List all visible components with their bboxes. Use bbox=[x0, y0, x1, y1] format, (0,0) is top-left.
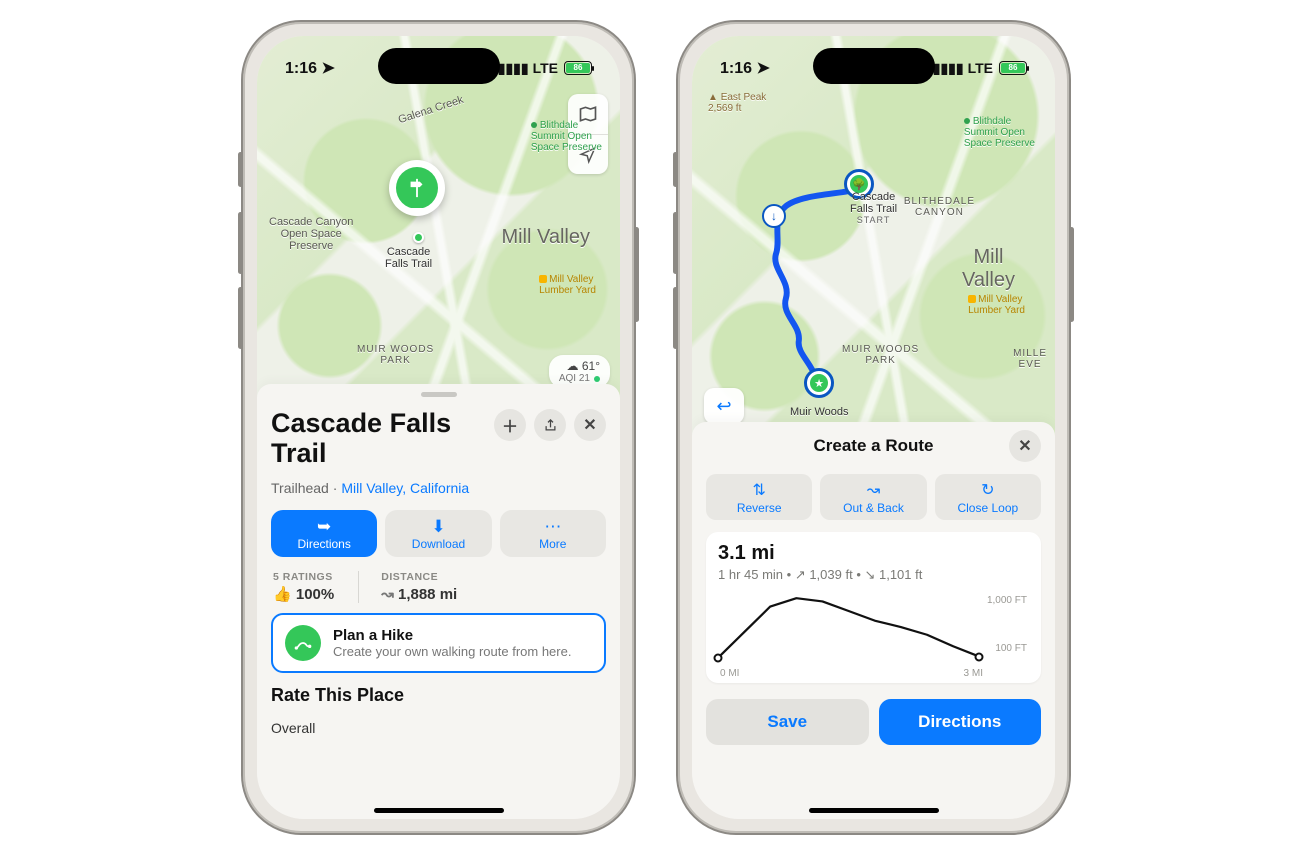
map-poi-lumber: Mill Valley Lumber Yard bbox=[539, 274, 596, 296]
directions-icon: ➥ bbox=[317, 518, 331, 535]
sheet-title: Create a Route bbox=[744, 436, 1003, 456]
undo-button[interactable]: ↩ bbox=[704, 388, 744, 424]
close-loop-button[interactable]: ↻Close Loop bbox=[935, 474, 1041, 520]
more-button[interactable]: ⋯ More bbox=[500, 510, 606, 557]
plus-icon: ＋ bbox=[502, 413, 518, 437]
map-preserve-label: Cascade Canyon Open Space Preserve bbox=[269, 216, 353, 252]
place-sheet: Cascade Falls Trail ＋ ✕ Trailhead · Mill… bbox=[257, 384, 620, 819]
download-icon: ⬇︎ bbox=[431, 518, 445, 535]
map-view[interactable]: 🌳 ↓ ★ ▲ East Peak 2,569 ft Blithdale Sum… bbox=[692, 36, 1055, 436]
map-canyon-label: BLITHEDALE CANYON bbox=[904, 196, 975, 218]
close-icon: ✕ bbox=[583, 415, 596, 435]
route-meta: 1 hr 45 min • ↗ 1,039 ft • ↘ 1,101 ft bbox=[718, 567, 1029, 583]
stats-row: 5 RATINGS 👍 100% DISTANCE ↝ 1,888 mi bbox=[271, 567, 606, 603]
map-poi-lumber: Mill Valley Lumber Yard bbox=[968, 294, 1025, 316]
route-sheet: Create a Route ✕ ⇅Reverse ↝Out & Back ↻C… bbox=[692, 422, 1055, 819]
plan-hike-card[interactable]: Plan a Hike Create your own walking rout… bbox=[271, 613, 606, 673]
add-button[interactable]: ＋ bbox=[494, 409, 526, 441]
place-subtitle: Trailhead · Mill Valley, California bbox=[271, 480, 606, 496]
sheet-grabber[interactable] bbox=[421, 392, 457, 397]
thumbs-up-icon: 👍 bbox=[273, 586, 292, 603]
loop-icon: ↻ bbox=[981, 480, 994, 500]
route-end-label: Muir Woods bbox=[790, 406, 848, 418]
ratings-stat: 5 RATINGS 👍 100% bbox=[273, 571, 334, 603]
phone-right: 1:16 ➤ ▮▮▮▮ LTE 86 🌳 ↓ ★ ▲ East Peak 2,5… bbox=[676, 20, 1071, 835]
route-end-node[interactable]: ★ bbox=[804, 368, 834, 398]
close-button[interactable]: ✕ bbox=[1009, 430, 1041, 462]
phone-left: 1:16 ➤ ▮▮▮▮ LTE 86 Mill Valley Cascade C… bbox=[241, 20, 636, 835]
star-icon: ★ bbox=[810, 374, 828, 392]
directions-button[interactable]: Directions bbox=[879, 699, 1042, 745]
directions-button[interactable]: ➥ Directions bbox=[271, 510, 377, 557]
close-button[interactable]: ✕ bbox=[574, 409, 606, 441]
map-park-label: MUIR WOODS PARK bbox=[357, 344, 434, 366]
route-distance: 3.1 mi bbox=[718, 542, 1029, 565]
rate-header: Rate This Place bbox=[271, 685, 606, 706]
distance-stat: DISTANCE ↝ 1,888 mi bbox=[358, 571, 457, 603]
route-tools: ⇅Reverse ↝Out & Back ↻Close Loop bbox=[706, 474, 1041, 520]
close-icon: ✕ bbox=[1018, 436, 1031, 456]
place-location-link[interactable]: Mill Valley, California bbox=[341, 480, 469, 496]
route-actions: Save Directions bbox=[706, 699, 1041, 745]
more-icon: ⋯ bbox=[544, 518, 561, 535]
action-row: ➥ Directions ⬇︎ Download ⋯ More bbox=[271, 510, 606, 557]
elevation-chart: 1,000 FT 100 FT 0 MI 3 MI bbox=[718, 591, 1029, 677]
map-poi-blithedale: Blithdale Summit Open Space Preserve bbox=[531, 120, 602, 153]
dynamic-island bbox=[378, 48, 500, 84]
reverse-button[interactable]: ⇅Reverse bbox=[706, 474, 812, 520]
undo-icon: ↩ bbox=[716, 396, 731, 417]
rate-overall: Overall bbox=[271, 716, 606, 736]
map-peak-label: ▲ East Peak 2,569 ft bbox=[708, 92, 766, 114]
save-button[interactable]: Save bbox=[706, 699, 869, 745]
place-title: Cascade Falls Trail bbox=[271, 409, 488, 468]
map-poi-blithedale: Blithdale Summit Open Space Preserve bbox=[964, 116, 1035, 149]
pin-label: Cascade Falls Trail bbox=[385, 246, 432, 270]
outback-icon: ↝ bbox=[867, 480, 880, 500]
map-park-label: MUIR WOODS PARK bbox=[842, 344, 919, 366]
download-button[interactable]: ⬇︎ Download bbox=[385, 510, 491, 557]
map-city-label: Mill Valley bbox=[962, 246, 1015, 292]
route-start-label: Cascade Falls Trail START bbox=[850, 191, 897, 225]
map-city-label: Mill Valley bbox=[501, 226, 590, 249]
hike-icon bbox=[285, 625, 321, 661]
out-back-button[interactable]: ↝Out & Back bbox=[820, 474, 926, 520]
place-pin[interactable] bbox=[389, 160, 445, 216]
home-indicator bbox=[374, 808, 504, 813]
route-icon: ↝ bbox=[381, 586, 394, 603]
home-indicator bbox=[809, 808, 939, 813]
share-icon bbox=[543, 417, 558, 434]
elevation-card: 3.1 mi 1 hr 45 min • ↗ 1,039 ft • ↘ 1,10… bbox=[706, 532, 1041, 683]
pin-anchor-dot bbox=[413, 232, 424, 243]
plan-hike-subtitle: Create your own walking route from here. bbox=[333, 644, 571, 660]
map-label-cutoff: MILLE EVE bbox=[1013, 348, 1047, 370]
plan-hike-title: Plan a Hike bbox=[333, 627, 571, 644]
reverse-icon: ⇅ bbox=[752, 480, 765, 500]
dynamic-island bbox=[813, 48, 935, 84]
map-view[interactable]: Mill Valley Cascade Canyon Open Space Pr… bbox=[257, 36, 620, 398]
signpost-icon bbox=[406, 177, 428, 199]
route-turn-node[interactable]: ↓ bbox=[762, 204, 786, 228]
share-button[interactable] bbox=[534, 409, 566, 441]
